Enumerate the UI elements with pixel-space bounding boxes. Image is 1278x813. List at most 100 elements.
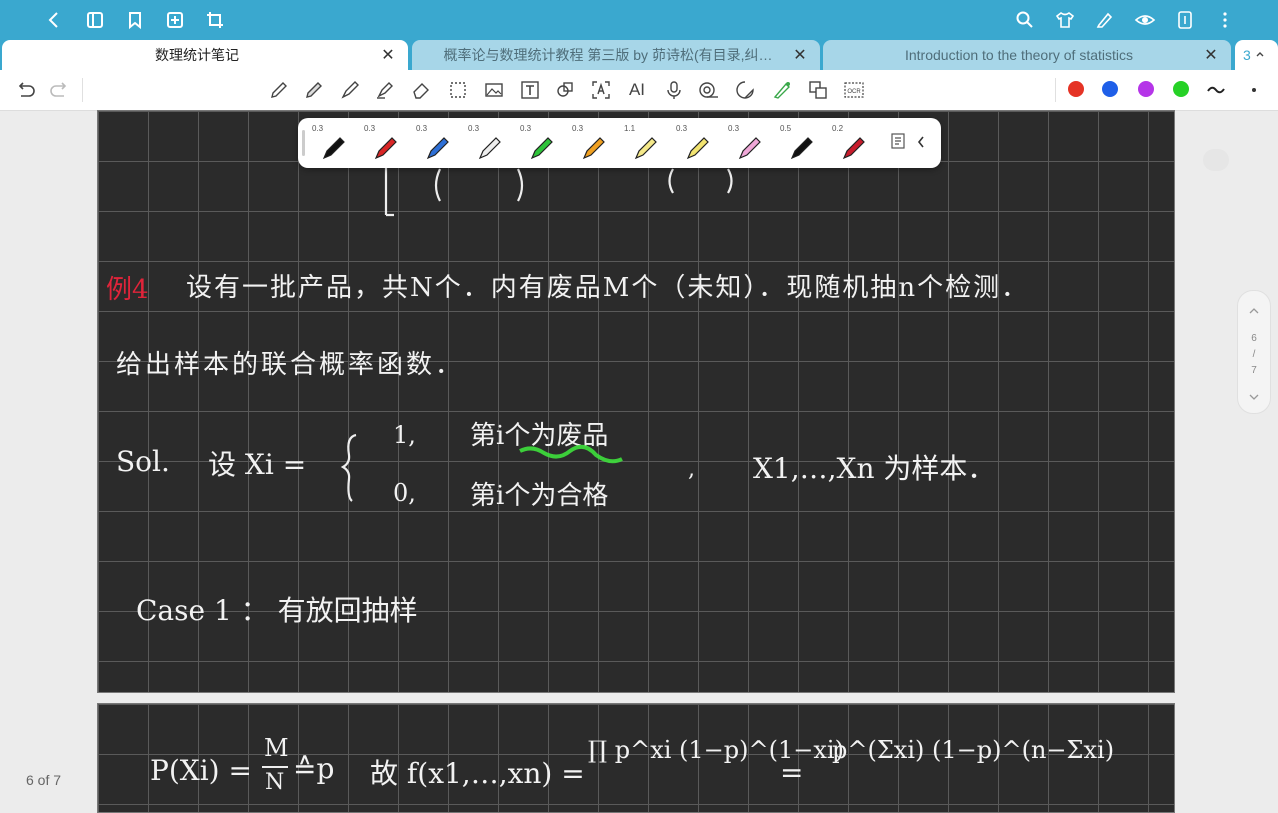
pen-preset-size: 1.1: [624, 124, 636, 133]
close-icon[interactable]: ✕: [792, 45, 808, 65]
close-icon[interactable]: ✕: [380, 45, 396, 65]
page-scroller[interactable]: 6 / 7: [1237, 290, 1271, 414]
comma-mark: ,: [688, 457, 695, 482]
lasso-select-icon[interactable]: [446, 78, 470, 102]
ai-icon[interactable]: AI: [625, 78, 649, 102]
close-icon[interactable]: ✕: [1203, 45, 1219, 65]
color-swatch-blue[interactable]: [1102, 81, 1118, 97]
chevron-up-icon[interactable]: [1248, 307, 1260, 315]
pen-preset-size: 0.3: [364, 124, 376, 133]
chevron-down-icon[interactable]: [1248, 393, 1260, 401]
handwriting-pen-icon[interactable]: [1093, 8, 1117, 32]
tab-statistics-theory[interactable]: Introduction to the theory of statistics…: [823, 40, 1231, 70]
formula-equals: =: [780, 756, 804, 789]
pen-preset-size: 0.2: [832, 124, 844, 133]
xi-definition: 设 Xi =: [208, 448, 307, 481]
tab-bar: 数理统计笔记 ✕ 概率论与数理统计教程 第三版 by 茆诗松(有目录,纠… ✕ …: [0, 40, 1278, 70]
pen-preset-size: 0.3: [572, 124, 584, 133]
pen-icon: [322, 137, 345, 160]
note-page[interactable]: 例4 设有一批产品，共N个．内有废品M个（未知）．现随机抽n个检测． 给出样本的…: [97, 110, 1175, 693]
more-dot-icon[interactable]: [1242, 78, 1266, 102]
eraser-icon[interactable]: [409, 78, 433, 102]
pen-settings-icon[interactable]: [890, 132, 906, 155]
add-page-icon[interactable]: [163, 8, 187, 32]
image-icon[interactable]: [482, 78, 506, 102]
pen-preset-size: 0.3: [520, 124, 532, 133]
tab-label: Introduction to the theory of statistics: [904, 47, 1133, 63]
pen-preset-size: 0.3: [416, 124, 428, 133]
scroller-current: 6: [1251, 333, 1257, 344]
svg-text:OCR: OCR: [847, 89, 861, 95]
text-box-icon[interactable]: [518, 78, 542, 102]
pen-preset[interactable]: 0.3: [414, 122, 464, 164]
solution-label: Sol.: [116, 445, 170, 478]
page-indicator: 6 of 7: [26, 772, 62, 788]
pen-preset[interactable]: 0.3: [570, 122, 620, 164]
pen-preset[interactable]: 0.3: [466, 122, 516, 164]
pen-preset[interactable]: 0.3: [518, 122, 568, 164]
toolbar-divider: [1055, 78, 1056, 102]
sticker-icon[interactable]: [733, 78, 757, 102]
case-1-heading: Case 1 ： 有放回抽样: [136, 594, 418, 627]
highlighter-icon[interactable]: [373, 78, 397, 102]
formula-joint-f: 故 f(x1,…,xn) =: [370, 757, 585, 790]
pen-icon: [738, 137, 761, 160]
laser-pointer-icon[interactable]: [770, 78, 794, 102]
formula-p-xi: P(Xi) =: [150, 754, 252, 787]
fountain-pen-icon[interactable]: [338, 78, 362, 102]
tab-probability-textbook[interactable]: 概率论与数理统计教程 第三版 by 茆诗松(有目录,纠… ✕: [412, 40, 820, 70]
pen-preset-size: 0.3: [468, 124, 480, 133]
pen-preset-size: 0.3: [728, 124, 740, 133]
tab-notes[interactable]: 数理统计笔记 ✕: [2, 40, 408, 70]
pen-preset[interactable]: 0.2: [830, 122, 880, 164]
redo-icon[interactable]: [47, 78, 71, 102]
pen-preset-panel: 0.3 0.3 0.3 0.3 0.3 0.3 1.1 0.3 0.3 0.5 0.2: [298, 118, 941, 168]
fraction-denominator: N: [265, 770, 285, 795]
pen-icon[interactable]: [267, 78, 291, 102]
pencil-icon[interactable]: [302, 78, 326, 102]
theme-shirt-icon[interactable]: [1053, 8, 1077, 32]
pen-preset[interactable]: 0.5: [778, 122, 828, 164]
tab-count[interactable]: 3: [1235, 40, 1278, 70]
pen-preset-size: 0.5: [780, 124, 792, 133]
pen-preset[interactable]: 0.3: [726, 122, 776, 164]
scroller-separator: /: [1252, 349, 1256, 360]
ocr-icon[interactable]: OCR: [842, 78, 866, 102]
case-value-one: 1,: [393, 421, 416, 449]
color-swatch-green[interactable]: [1173, 81, 1189, 97]
problem-line-1: 设有一批产品，共N个．内有废品M个（未知）．现随机抽n个检测．: [186, 273, 1030, 303]
pen-icon: [478, 137, 501, 160]
more-vertical-icon[interactable]: [1213, 8, 1237, 32]
pen-preset[interactable]: 0.3: [674, 122, 724, 164]
undo-icon[interactable]: [14, 78, 38, 102]
stroke-style-button[interactable]: [1203, 149, 1229, 171]
color-swatch-red[interactable]: [1068, 81, 1084, 97]
outline-icon[interactable]: [83, 8, 107, 32]
layout-icon[interactable]: [1173, 8, 1197, 32]
tape-icon[interactable]: [697, 78, 721, 102]
formula-product: ∏ p^xi (1−p)^(1−xi): [588, 736, 844, 764]
back-icon[interactable]: [42, 8, 66, 32]
pen-preset-size: 0.3: [312, 124, 324, 133]
microphone-icon[interactable]: [662, 78, 686, 102]
color-swatch-purple[interactable]: [1138, 81, 1154, 97]
translate-icon[interactable]: [806, 78, 830, 102]
shapes-icon[interactable]: [553, 78, 577, 102]
green-highlight-squiggle: [519, 444, 623, 464]
pen-preset[interactable]: 0.3: [310, 122, 360, 164]
case-value-zero: 0,: [393, 479, 416, 507]
pen-preset-size: 0.3: [676, 124, 688, 133]
pen-preset[interactable]: 0.3: [362, 122, 412, 164]
text-recognition-icon[interactable]: [589, 78, 613, 102]
drag-handle[interactable]: [302, 130, 305, 156]
chevron-up-icon: [1256, 52, 1264, 57]
pen-icon: [790, 137, 813, 160]
eye-icon[interactable]: [1133, 8, 1157, 32]
pen-preset[interactable]: 1.1: [622, 122, 672, 164]
crop-icon[interactable]: [203, 8, 227, 32]
bookmark-icon[interactable]: [123, 8, 147, 32]
example-label: 例4: [106, 275, 149, 305]
collapse-chevron-icon[interactable]: [916, 134, 926, 155]
search-icon[interactable]: [1013, 8, 1037, 32]
note-page-next[interactable]: P(Xi) = M N ≙p 故 f(x1,…,xn) = ∏ p^xi (1−…: [97, 703, 1175, 813]
